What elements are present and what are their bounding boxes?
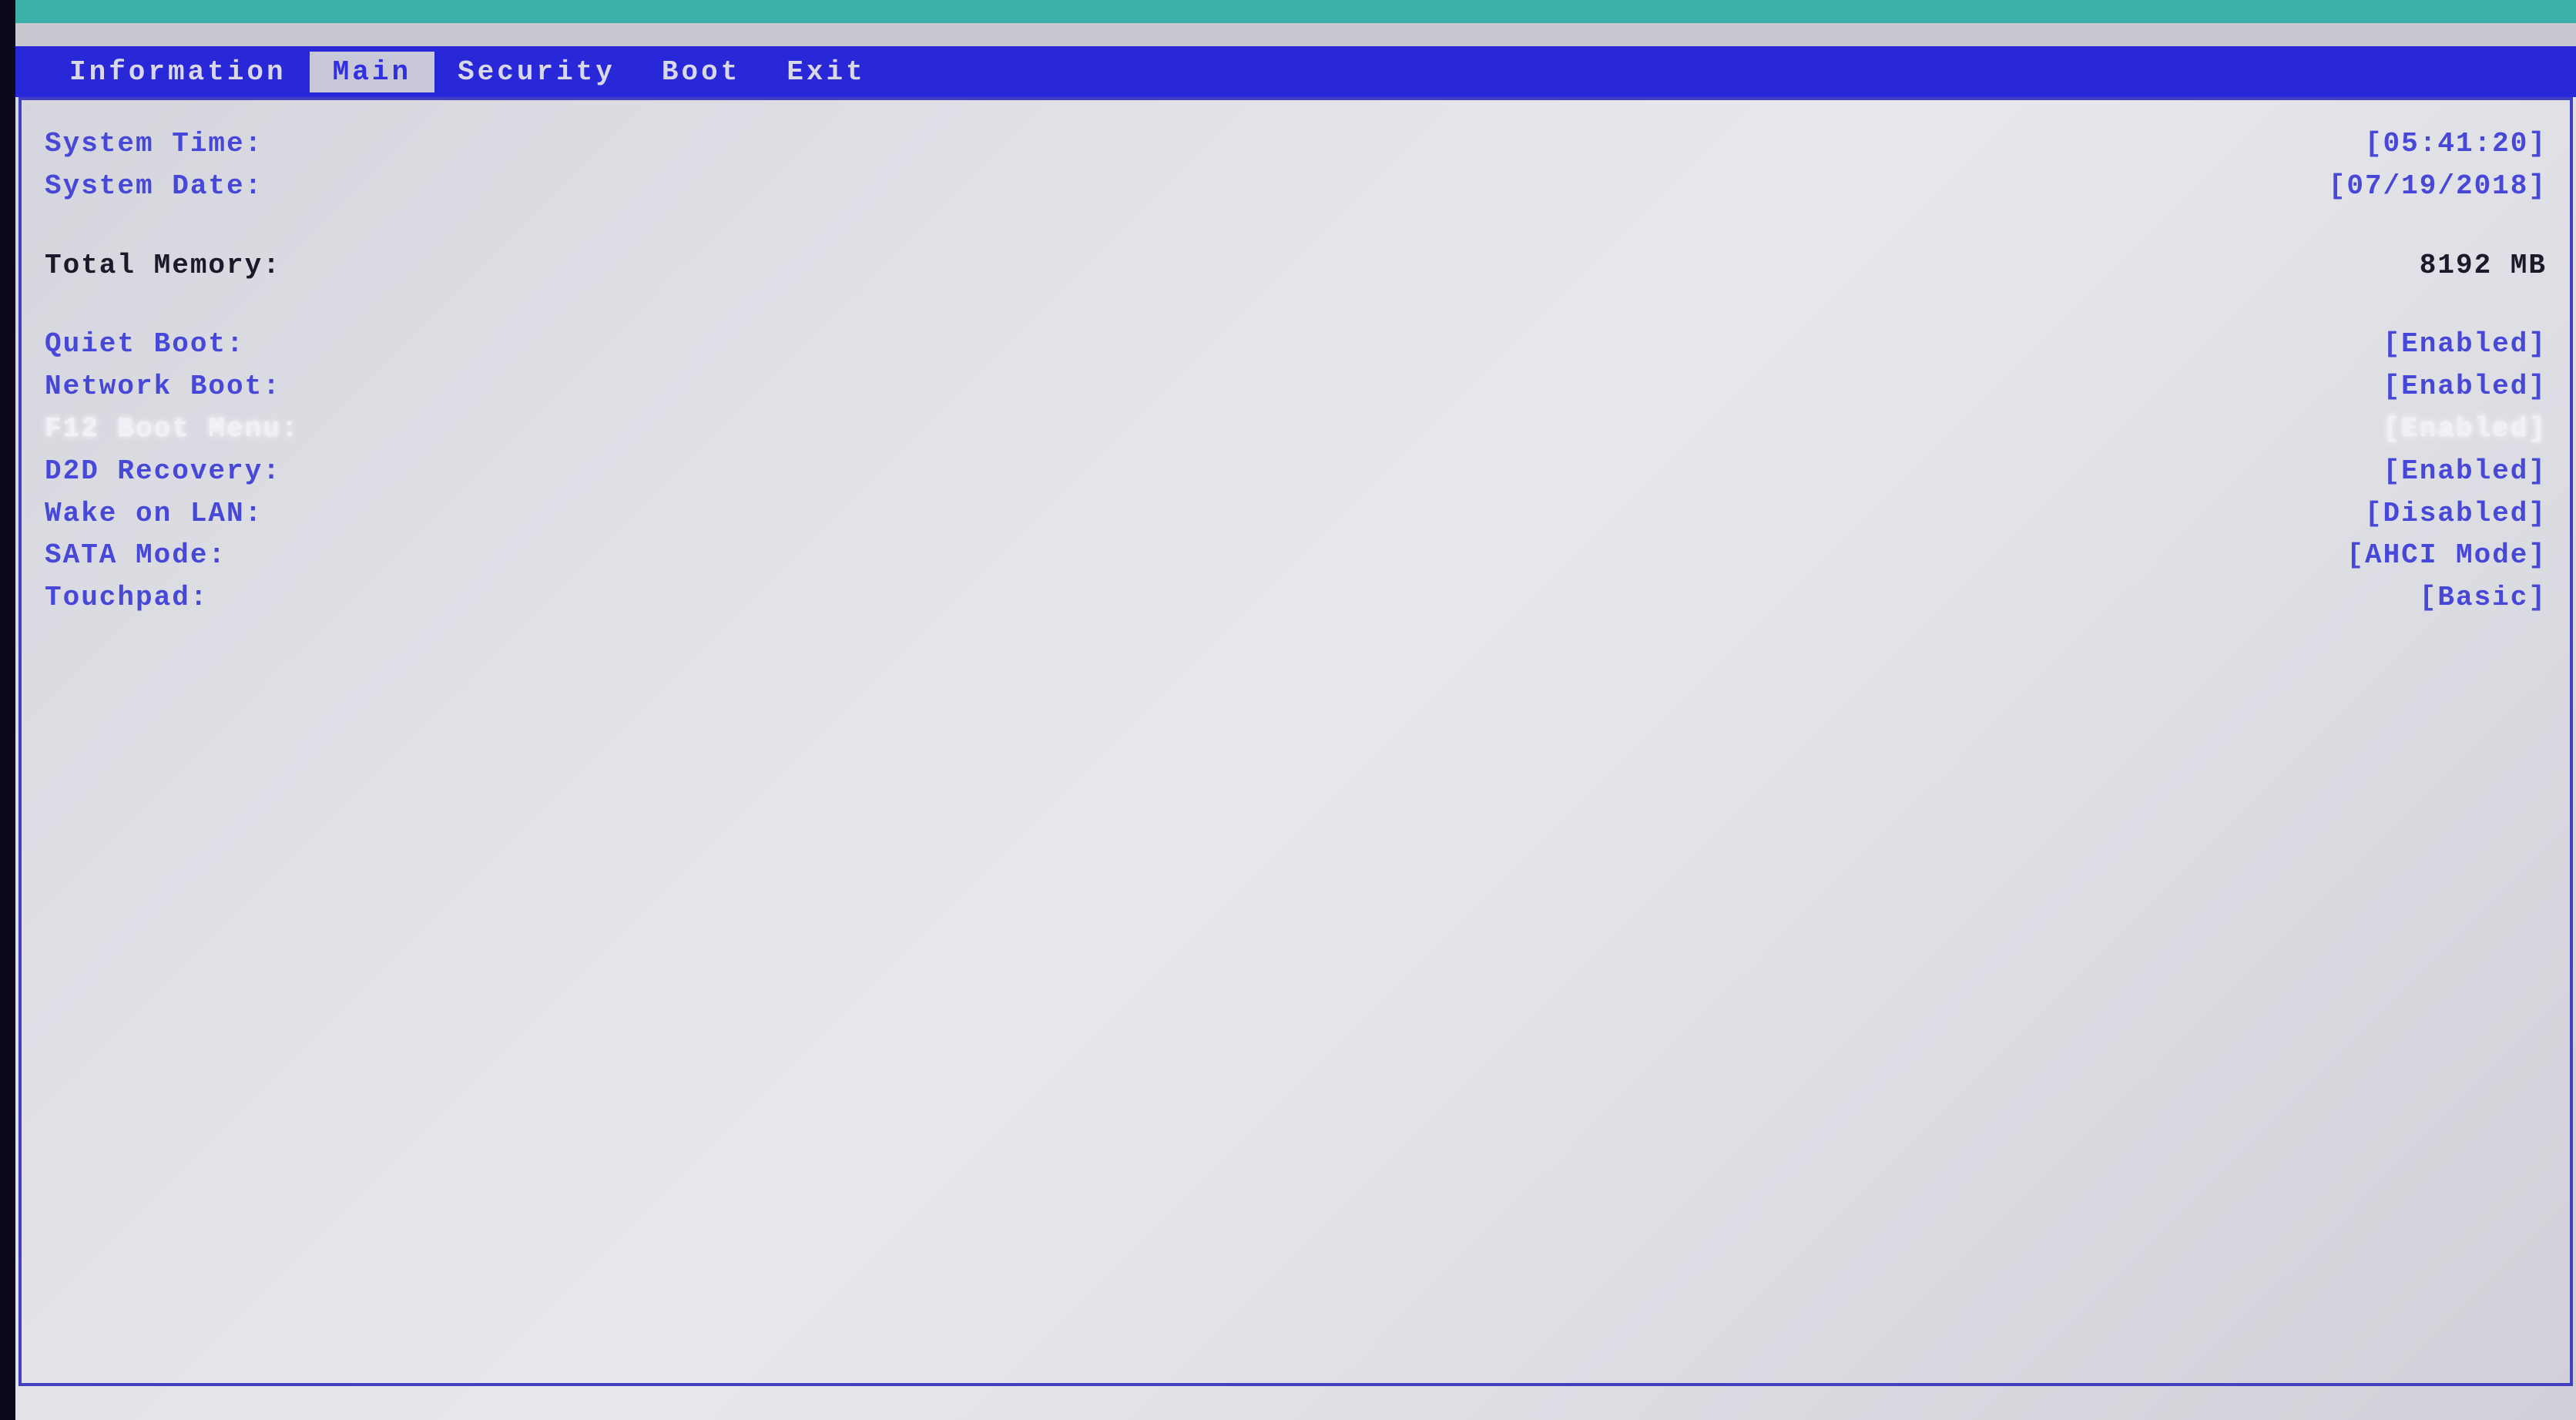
label-d2d-recovery: D2D Recovery:	[45, 454, 281, 490]
row-total-memory: Total Memory: 8192 MB	[37, 245, 2554, 287]
value-touchpad[interactable]: [Basic]	[2420, 580, 2547, 616]
value-system-date[interactable]: [07/19/2018]	[2329, 169, 2547, 205]
row-network-boot[interactable]: Network Boot: [Enabled]	[37, 366, 2554, 408]
nav-tab-security[interactable]: Security	[434, 52, 639, 92]
nav-tab-information[interactable]: Information	[46, 52, 310, 92]
label-system-date: System Date:	[45, 169, 263, 205]
row-sata-mode[interactable]: SATA Mode: [AHCI Mode]	[37, 535, 2554, 577]
label-sata-mode: SATA Mode:	[45, 538, 226, 574]
label-total-memory: Total Memory:	[45, 248, 281, 284]
spacer	[37, 208, 2554, 245]
top-gap: Insy	[15, 23, 2576, 46]
row-system-date[interactable]: System Date: [07/19/2018]	[37, 166, 2554, 208]
row-touchpad[interactable]: Touchpad: [Basic]	[37, 577, 2554, 619]
label-network-boot: Network Boot:	[45, 369, 281, 405]
label-quiet-boot: Quiet Boot:	[45, 327, 245, 363]
value-total-memory: 8192 MB	[2420, 248, 2547, 284]
row-system-time[interactable]: System Time: [05:41:20]	[37, 123, 2554, 166]
label-wake-on-lan: Wake on LAN:	[45, 496, 263, 532]
bios-screen: Insy Information Main Security Boot Exit…	[0, 0, 2576, 1420]
row-f12-boot-menu[interactable]: F12 Boot Menu: [Enabled]	[37, 408, 2554, 451]
label-system-time: System Time:	[45, 126, 263, 163]
nav-tab-exit[interactable]: Exit	[763, 52, 888, 92]
row-wake-on-lan[interactable]: Wake on LAN: [Disabled]	[37, 493, 2554, 535]
value-quiet-boot[interactable]: [Enabled]	[2383, 327, 2547, 363]
value-d2d-recovery[interactable]: [Enabled]	[2383, 454, 2547, 490]
nav-bar: Information Main Security Boot Exit	[15, 46, 2576, 97]
nav-tab-boot[interactable]: Boot	[639, 52, 763, 92]
label-f12-boot-menu: F12 Boot Menu:	[45, 411, 299, 448]
value-wake-on-lan[interactable]: [Disabled]	[2365, 496, 2547, 532]
row-d2d-recovery[interactable]: D2D Recovery: [Enabled]	[37, 451, 2554, 493]
value-sata-mode[interactable]: [AHCI Mode]	[2346, 538, 2547, 574]
label-touchpad: Touchpad:	[45, 580, 208, 616]
top-border	[15, 0, 2576, 23]
vendor-label: Insy	[2497, 0, 2576, 2]
content-frame: System Time: [05:41:20] System Date: [07…	[18, 97, 2573, 1386]
spacer	[37, 287, 2554, 324]
value-network-boot[interactable]: [Enabled]	[2383, 369, 2547, 405]
value-system-time[interactable]: [05:41:20]	[2365, 126, 2547, 163]
nav-tab-main[interactable]: Main	[310, 52, 434, 92]
row-quiet-boot[interactable]: Quiet Boot: [Enabled]	[37, 324, 2554, 366]
value-f12-boot-menu[interactable]: [Enabled]	[2383, 411, 2547, 448]
